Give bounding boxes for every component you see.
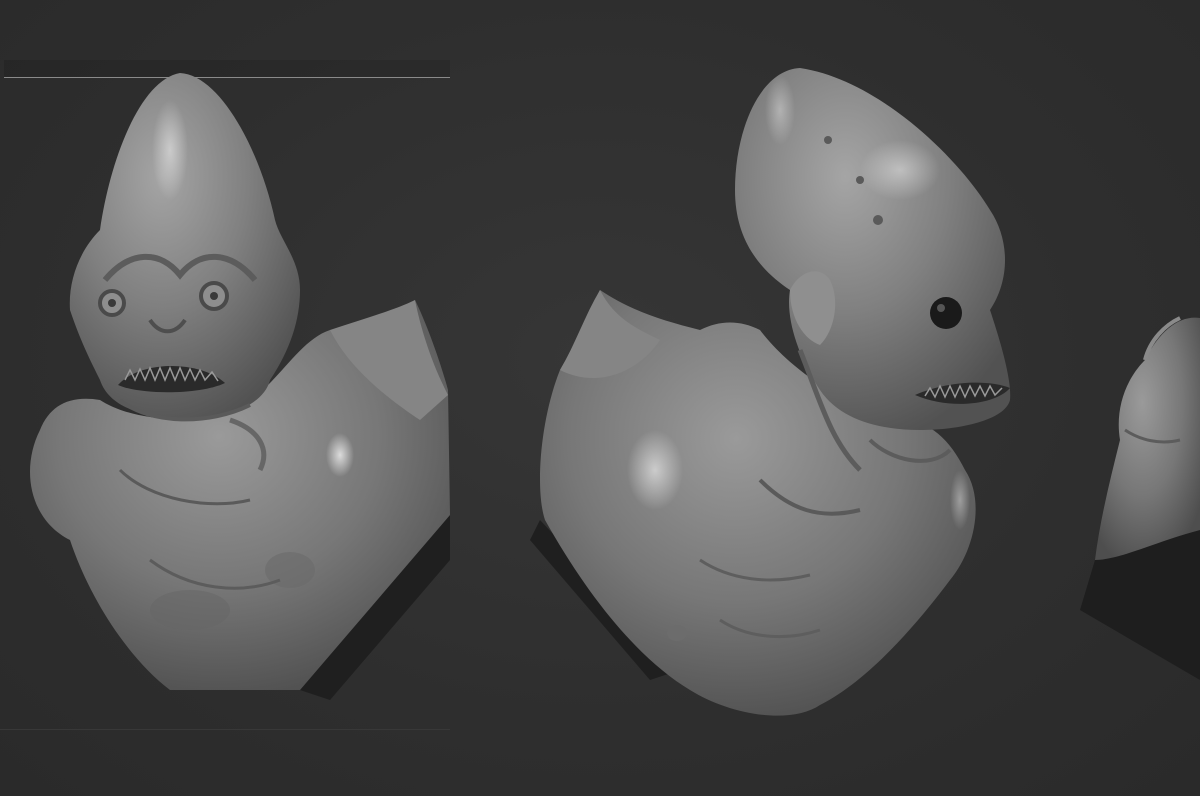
sculpt-viewport[interactable] <box>0 0 1200 796</box>
creature-bust-three-quarter <box>530 68 1011 716</box>
creature-bust-partial <box>1080 316 1200 680</box>
sculpt-render <box>30 68 1200 716</box>
creature-bust-front <box>30 73 450 700</box>
